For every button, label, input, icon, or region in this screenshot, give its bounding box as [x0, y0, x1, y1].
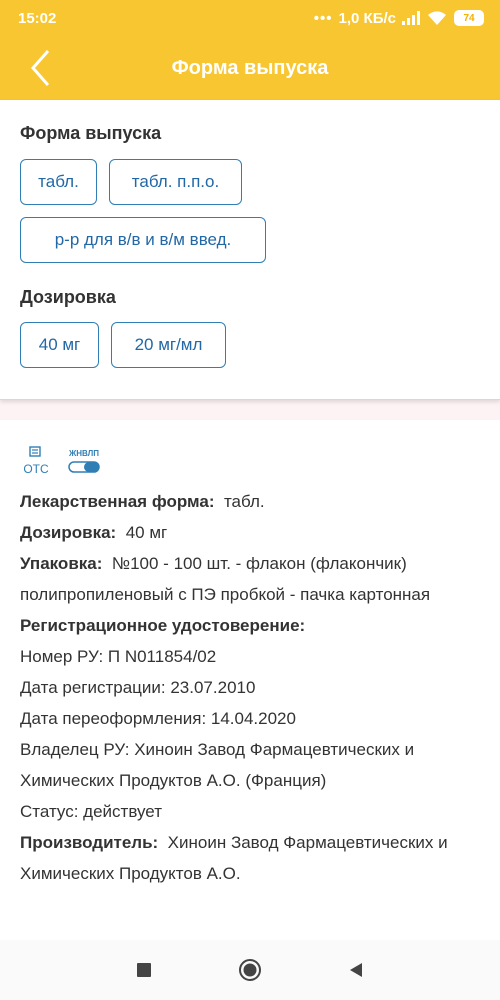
- ru-number: Номер РУ: П N011854/02: [20, 647, 217, 666]
- network-speed: 1,0 КБ/с: [338, 9, 396, 27]
- form-selection-panel: Форма выпуска табл. табл. п.п.о. р-р для…: [0, 100, 500, 400]
- app-bar: Форма выпуска: [0, 36, 500, 100]
- wifi-icon: [428, 11, 446, 25]
- dosage-section-title: Дозировка: [20, 287, 116, 307]
- ru-owner: Владелец РУ: Хиноин Завод Фармацевтическ…: [20, 740, 415, 790]
- home-button[interactable]: [238, 958, 262, 982]
- triangle-back-icon: [350, 963, 362, 977]
- reregistration-date: Дата переоформления: 14.04.2020: [20, 709, 296, 728]
- dosage-row: Дозировка: 40 мг: [20, 523, 168, 542]
- manufacturer-row: Производитель: Хиноин Завод Фармацевтиче…: [20, 833, 448, 883]
- chevron-left-icon: [30, 50, 50, 86]
- battery-icon: 74: [454, 10, 484, 26]
- form-chip-solution[interactable]: р-р для в/в и в/м введ.: [20, 217, 266, 263]
- status-indicators: ••• 1,0 КБ/с 74: [314, 10, 484, 27]
- form-chip-tabl-ppo[interactable]: табл. п.п.о.: [109, 159, 242, 205]
- dosage-chip-20mgml[interactable]: 20 мг/мл: [111, 322, 226, 368]
- zhnvlp-icon: ЖНВЛП: [68, 449, 100, 473]
- form-chip-tabl[interactable]: табл.: [20, 159, 97, 205]
- dosage-form-row: Лекарственная форма: табл.: [20, 492, 265, 511]
- otc-icon: OTC: [23, 446, 49, 476]
- registration-date: Дата регистрации: 23.07.2010: [20, 678, 256, 697]
- package-row: Упаковка: №100 - 100 шт. - флакон (флако…: [20, 554, 431, 604]
- recents-button[interactable]: [132, 958, 156, 982]
- svg-text:ЖНВЛП: ЖНВЛП: [68, 449, 99, 458]
- system-nav-bar: [0, 940, 500, 1000]
- registration-status: Статус: действует: [20, 802, 162, 821]
- status-bar: 15:02 ••• 1,0 КБ/с 74: [0, 0, 500, 36]
- status-time: 15:02: [18, 9, 57, 27]
- square-icon: [137, 963, 151, 977]
- signal-icon: [402, 11, 420, 25]
- circle-icon: [239, 959, 261, 981]
- dosage-chip-40mg[interactable]: 40 мг: [20, 322, 99, 368]
- system-back-button[interactable]: [344, 958, 368, 982]
- drug-details: OTC ЖНВЛП Лекарственная форма: табл. Доз…: [0, 420, 500, 940]
- back-button[interactable]: [18, 44, 62, 92]
- form-section-title: Форма выпуска: [20, 123, 162, 143]
- notification-dots-icon: •••: [313, 9, 333, 27]
- svg-text:OTC: OTC: [23, 462, 49, 476]
- details-text: Лекарственная форма: табл. Дозировка: 40…: [20, 486, 490, 889]
- registration-heading: Регистрационное удостоверение:: [20, 616, 306, 635]
- page-title: Форма выпуска: [171, 56, 329, 79]
- badges: OTC ЖНВЛП: [20, 446, 102, 476]
